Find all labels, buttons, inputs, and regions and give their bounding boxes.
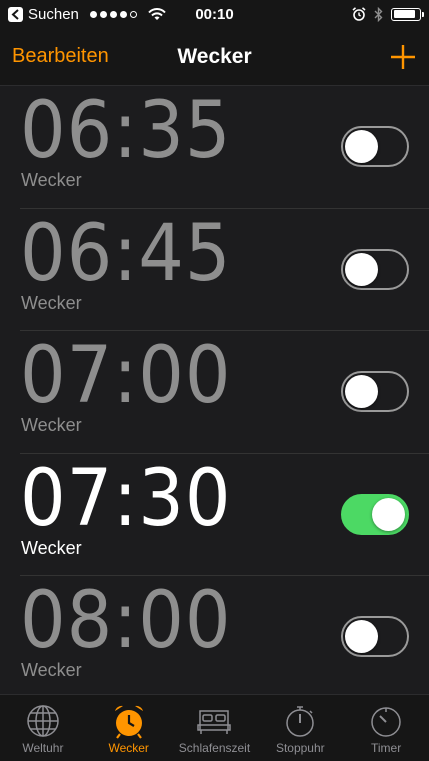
- alarm-list: 06:35 Wecker 06:45 Wecker 07:00 Wecker 07:30 We…: [0, 86, 429, 694]
- toggle-knob: [372, 497, 405, 531]
- bed-icon: [196, 703, 232, 739]
- alarm-label: Wecker: [21, 415, 82, 435]
- alarm-row[interactable]: 06:35 Wecker: [20, 86, 429, 209]
- tab-stoppuhr[interactable]: Stoppuhr: [257, 695, 343, 761]
- battery-icon: [391, 7, 424, 21]
- alarm-time: 08:00: [20, 576, 232, 666]
- alarm-toggle[interactable]: [341, 493, 409, 535]
- tab-label: Wecker: [108, 741, 149, 755]
- tab-bar: Weltuhr Wecker Schlafenszeit Stoppuhr Timer: [0, 694, 429, 761]
- clock-app-screen: Suchen 00:10 Bearbeiten Wecker 06:35 Wec…: [0, 0, 429, 761]
- alarm-time: 06:45: [20, 208, 232, 299]
- toggle-knob: [345, 375, 378, 408]
- tab-wecker[interactable]: Wecker: [86, 695, 172, 761]
- alarm-row[interactable]: 08:00 Wecker: [20, 576, 429, 694]
- alarm-row[interactable]: 07:30 Wecker: [20, 453, 429, 576]
- alarm-label: Wecker: [21, 660, 82, 680]
- toggle-knob: [345, 252, 378, 286]
- tab-weltuhr[interactable]: Weltuhr: [0, 695, 86, 761]
- toggle-knob: [345, 130, 378, 163]
- tab-label: Timer: [370, 741, 402, 755]
- plus-icon[interactable]: [389, 43, 417, 71]
- status-left[interactable]: Suchen: [8, 6, 352, 23]
- alarm-time: 07:30: [20, 453, 232, 544]
- alarm-time: 06:35: [20, 86, 232, 176]
- tab-timer[interactable]: Timer: [343, 695, 429, 761]
- alarm-toggle[interactable]: [341, 248, 409, 290]
- stopwatch-icon: [282, 703, 318, 739]
- alarm-label: Wecker: [21, 537, 82, 558]
- back-arrow-icon[interactable]: [8, 6, 23, 22]
- toggle-knob: [345, 620, 378, 653]
- alarm-row[interactable]: 06:45 Wecker: [20, 208, 429, 331]
- timer-icon: [368, 703, 404, 739]
- back-to-app-label[interactable]: Suchen: [28, 6, 79, 23]
- alarm-status-icon: [352, 7, 366, 21]
- alarm-toggle[interactable]: [341, 126, 409, 167]
- status-bar: Suchen 00:10: [0, 0, 429, 28]
- navigation-bar: Bearbeiten Wecker: [0, 28, 429, 86]
- alarm-label: Wecker: [21, 170, 82, 190]
- globe-icon: [25, 703, 61, 739]
- tab-schlafenszeit[interactable]: Schlafenszeit: [172, 695, 258, 761]
- alarm-label: Wecker: [21, 292, 82, 313]
- alarm-toggle[interactable]: [341, 616, 409, 657]
- tab-label: Schlafenszeit: [178, 741, 251, 755]
- alarm-toggle[interactable]: [341, 371, 409, 412]
- wifi-icon: [148, 7, 166, 21]
- tab-label: Stoppuhr: [275, 741, 325, 755]
- bluetooth-icon: [374, 6, 383, 22]
- cellular-signal-icon: [89, 10, 137, 18]
- alarm-clock-icon: [111, 703, 147, 739]
- alarm-row[interactable]: 07:00 Wecker: [20, 331, 429, 454]
- status-right: [352, 6, 424, 22]
- edit-button[interactable]: Bearbeiten: [12, 45, 389, 68]
- tab-label: Weltuhr: [22, 741, 64, 755]
- alarm-time: 07:00: [20, 331, 232, 421]
